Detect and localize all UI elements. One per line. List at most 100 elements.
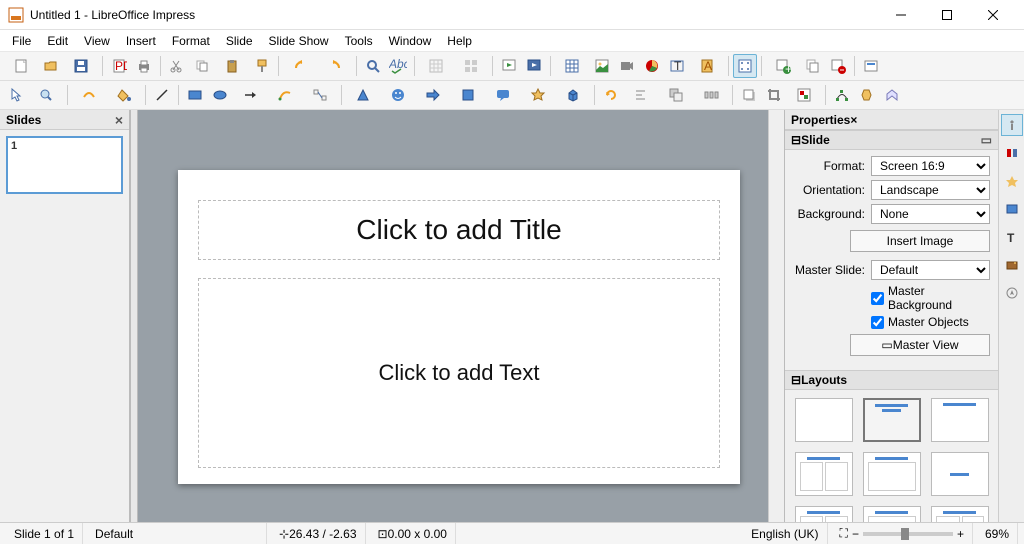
connector-tool[interactable]: [303, 83, 337, 107]
filter-button[interactable]: [787, 83, 821, 107]
paste-button[interactable]: [215, 54, 249, 78]
new-button[interactable]: [4, 54, 38, 78]
insert-textbox-button[interactable]: T: [665, 54, 689, 78]
fit-page-button[interactable]: ⛶: [840, 526, 848, 541]
start-current-button[interactable]: [522, 54, 546, 78]
tab-navigator[interactable]: [1001, 282, 1023, 304]
insert-image-button[interactable]: [590, 54, 614, 78]
layout-blank[interactable]: [795, 398, 853, 442]
zoom-percent[interactable]: 69%: [977, 523, 1018, 544]
master-objects-checkbox[interactable]: [871, 316, 884, 329]
basic-shapes-button[interactable]: [346, 83, 380, 107]
menu-view[interactable]: View: [76, 32, 118, 50]
insert-chart-button[interactable]: [640, 54, 664, 78]
layout-title-only[interactable]: [931, 398, 989, 442]
menu-slide[interactable]: Slide: [218, 32, 261, 50]
extrusion-button[interactable]: [880, 83, 904, 107]
insert-table-button[interactable]: [555, 54, 589, 78]
text-placeholder[interactable]: Click to add Text: [198, 278, 720, 468]
zoom-tool[interactable]: [29, 83, 63, 107]
slide-section-header[interactable]: ⊟ Slide▭: [785, 130, 998, 150]
tab-styles[interactable]: T: [1001, 226, 1023, 248]
orientation-select[interactable]: Landscape: [871, 180, 990, 200]
close-button[interactable]: [970, 0, 1016, 30]
splitter[interactable]: [130, 110, 138, 522]
rectangle-tool[interactable]: [183, 83, 207, 107]
align-button[interactable]: [624, 83, 658, 107]
master-background-checkbox[interactable]: [871, 292, 884, 305]
display-views-button[interactable]: [454, 54, 488, 78]
vertical-scrollbar[interactable]: [768, 110, 784, 522]
layout-centered[interactable]: [931, 452, 989, 496]
curve-tool[interactable]: [268, 83, 302, 107]
layout-2over1[interactable]: [931, 506, 989, 522]
new-slide-button[interactable]: +: [766, 54, 800, 78]
tab-master-slides[interactable]: [1001, 198, 1023, 220]
arrange-button[interactable]: [659, 83, 693, 107]
master-slide-select[interactable]: Default: [871, 260, 990, 280]
minimize-button[interactable]: [878, 0, 924, 30]
display-grid-button[interactable]: [419, 54, 453, 78]
menu-window[interactable]: Window: [381, 32, 440, 50]
close-icon[interactable]: ×: [850, 113, 857, 127]
slide-layout-button[interactable]: [859, 54, 883, 78]
tab-properties[interactable]: [1001, 114, 1023, 136]
menu-help[interactable]: Help: [439, 32, 480, 50]
menu-insert[interactable]: Insert: [118, 32, 164, 50]
maximize-button[interactable]: [924, 0, 970, 30]
slide-page[interactable]: Click to add Title Click to add Text: [178, 170, 740, 484]
duplicate-slide-button[interactable]: [801, 54, 825, 78]
symbol-shapes-button[interactable]: [381, 83, 415, 107]
crop-button[interactable]: [762, 83, 786, 107]
ellipse-tool[interactable]: [208, 83, 232, 107]
insert-image-button[interactable]: Insert Image: [850, 230, 990, 252]
block-arrows-button[interactable]: [416, 83, 450, 107]
save-button[interactable]: [64, 54, 98, 78]
distribute-button[interactable]: [694, 83, 728, 107]
menu-file[interactable]: File: [4, 32, 39, 50]
selection-tool[interactable]: [4, 83, 28, 107]
rotate-button[interactable]: [599, 83, 623, 107]
master-view-button[interactable]: ▭ Master View: [850, 334, 990, 356]
menu-edit[interactable]: Edit: [39, 32, 76, 50]
find-button[interactable]: [361, 54, 385, 78]
clone-format-button[interactable]: [250, 54, 274, 78]
spellcheck-button[interactable]: Abc: [386, 54, 410, 78]
shadow-button[interactable]: [737, 83, 761, 107]
start-first-button[interactable]: [497, 54, 521, 78]
background-select[interactable]: None: [871, 204, 990, 224]
callouts-button[interactable]: [486, 83, 520, 107]
insert-hyperlink-button[interactable]: [733, 54, 757, 78]
redo-button[interactable]: [318, 54, 352, 78]
zoom-slider[interactable]: ⛶ −+: [832, 523, 973, 544]
insert-av-button[interactable]: [615, 54, 639, 78]
status-lang[interactable]: English (UK): [743, 523, 827, 544]
tab-animation[interactable]: [1001, 170, 1023, 192]
line-tool[interactable]: [150, 83, 174, 107]
flowchart-button[interactable]: [451, 83, 485, 107]
menu-tools[interactable]: Tools: [337, 32, 381, 50]
3d-objects-button[interactable]: [556, 83, 590, 107]
arrow-tool[interactable]: [233, 83, 267, 107]
layouts-section-header[interactable]: ⊟ Layouts: [785, 370, 998, 390]
slide-thumbnail[interactable]: 1: [6, 136, 123, 194]
tab-gallery[interactable]: [1001, 254, 1023, 276]
layout-2x1[interactable]: [795, 506, 853, 522]
open-button[interactable]: [39, 54, 63, 78]
layout-two-content[interactable]: [795, 452, 853, 496]
line-color-button[interactable]: [72, 83, 106, 107]
print-button[interactable]: [132, 54, 156, 78]
layout-content[interactable]: [863, 452, 921, 496]
delete-slide-button[interactable]: [826, 54, 850, 78]
undo-button[interactable]: [283, 54, 317, 78]
menu-slideshow[interactable]: Slide Show: [261, 32, 337, 50]
export-pdf-button[interactable]: PDF: [107, 54, 131, 78]
layout-1x2[interactable]: [863, 506, 921, 522]
format-select[interactable]: Screen 16:9: [871, 156, 990, 176]
toggle-point-edit-button[interactable]: [830, 83, 854, 107]
close-icon[interactable]: ×: [115, 112, 123, 128]
menu-format[interactable]: Format: [164, 32, 218, 50]
copy-button[interactable]: [190, 54, 214, 78]
layout-title-content[interactable]: [863, 398, 921, 442]
title-placeholder[interactable]: Click to add Title: [198, 200, 720, 260]
